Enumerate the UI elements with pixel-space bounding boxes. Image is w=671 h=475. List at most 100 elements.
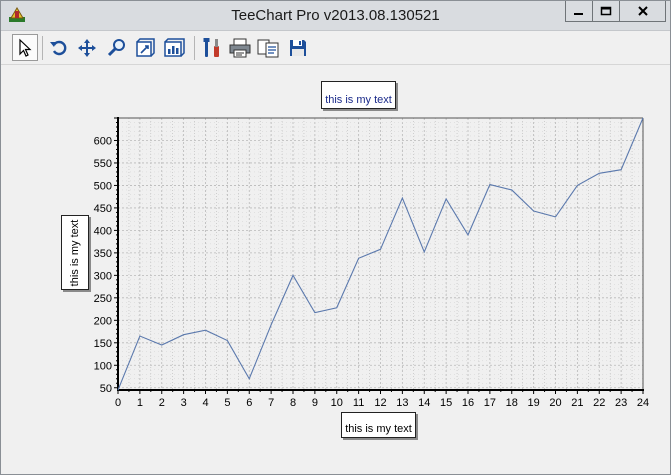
minimize-button[interactable] bbox=[565, 1, 593, 22]
zoom-icon bbox=[107, 38, 125, 56]
x-tick-label: 24 bbox=[637, 397, 649, 409]
rotate-button[interactable] bbox=[46, 34, 72, 61]
x-tick-label: 0 bbox=[115, 397, 121, 409]
line-chart[interactable]: 501001502002503003504004505005506000 1 2 3 4… bbox=[1, 66, 670, 474]
select-button[interactable] bbox=[12, 34, 38, 61]
toolbar-separator bbox=[194, 36, 195, 60]
copy-icon bbox=[257, 39, 279, 57]
left-axis-title-text: this is my text bbox=[69, 219, 81, 286]
data-point bbox=[292, 275, 294, 277]
x-tick-label: 17 bbox=[484, 397, 496, 409]
print-button[interactable] bbox=[227, 34, 253, 61]
data-point bbox=[467, 234, 469, 236]
x-tick-label: 16 bbox=[462, 397, 474, 409]
x-tick-label: 10 bbox=[331, 397, 343, 409]
move-icon bbox=[78, 38, 96, 57]
bottom-axis-title-text: this is my text bbox=[345, 423, 412, 435]
y-tick-label: 450 bbox=[94, 203, 112, 215]
y-tick-label: 550 bbox=[94, 158, 112, 170]
view-3d-icon bbox=[164, 37, 185, 57]
x-tick-label: 4 bbox=[202, 397, 208, 409]
data-point bbox=[270, 324, 272, 326]
copy-button[interactable] bbox=[255, 34, 281, 61]
edit-tools-button[interactable] bbox=[199, 34, 225, 61]
data-point bbox=[642, 117, 644, 119]
x-tick-label: 3 bbox=[181, 397, 187, 409]
data-point bbox=[205, 329, 207, 331]
x-tick-label: 12 bbox=[374, 397, 386, 409]
close-icon bbox=[637, 6, 648, 16]
bottom-axis-title-box[interactable]: this is my text bbox=[341, 412, 416, 438]
edit-tools-icon bbox=[203, 37, 219, 57]
x-tick-label: 9 bbox=[312, 397, 318, 409]
data-point bbox=[117, 389, 119, 391]
minimize-icon bbox=[574, 13, 583, 15]
data-point bbox=[227, 340, 229, 342]
data-point bbox=[533, 210, 535, 212]
y-tick-label: 50 bbox=[100, 383, 112, 395]
chart-area[interactable]: 50 100 150 200 250 300 350 400 450 500 550 600 0 1 2 3 4… bbox=[1, 66, 670, 474]
data-point bbox=[445, 198, 447, 200]
data-point bbox=[489, 184, 491, 186]
data-point bbox=[358, 257, 360, 259]
data-point bbox=[183, 334, 185, 336]
maximize-button[interactable] bbox=[592, 1, 620, 22]
data-point bbox=[620, 169, 622, 171]
print-icon bbox=[229, 38, 251, 57]
y-tick-label: 300 bbox=[94, 270, 112, 282]
x-tick-label: 1 bbox=[137, 397, 143, 409]
move-button[interactable] bbox=[74, 34, 100, 61]
select-arrow-icon bbox=[19, 38, 32, 57]
chart-toolbar bbox=[1, 31, 670, 65]
data-point bbox=[423, 251, 425, 253]
data-point bbox=[314, 312, 316, 314]
data-point bbox=[248, 378, 250, 380]
data-point bbox=[511, 189, 513, 191]
y-tick-label: 100 bbox=[94, 360, 112, 372]
y-tick-label: 350 bbox=[94, 248, 112, 260]
x-tick-label: 23 bbox=[615, 397, 627, 409]
y-tick-label: 500 bbox=[94, 180, 112, 192]
data-point bbox=[139, 335, 141, 337]
x-tick-label: 6 bbox=[246, 397, 252, 409]
depth-button[interactable] bbox=[132, 34, 158, 61]
x-tick-label: 13 bbox=[396, 397, 408, 409]
x-tick-label: 20 bbox=[549, 397, 561, 409]
toolbar-separator bbox=[42, 36, 43, 60]
x-tick-label: 19 bbox=[528, 397, 540, 409]
save-icon bbox=[290, 39, 306, 56]
data-point bbox=[555, 216, 557, 218]
x-tick-label: 7 bbox=[268, 397, 274, 409]
left-axis-title-box[interactable]: this is my text bbox=[61, 215, 89, 290]
title-bar[interactable]: TeeChart Pro v2013.08.130521 bbox=[1, 1, 670, 31]
x-tick-label: 8 bbox=[290, 397, 296, 409]
y-tick-label: 400 bbox=[94, 225, 112, 237]
data-point bbox=[577, 185, 579, 187]
y-tick-label: 150 bbox=[94, 338, 112, 350]
app-window: TeeChart Pro v2013.08.130521 50 100 150 … bbox=[0, 0, 671, 475]
x-tick-label: 2 bbox=[159, 397, 165, 409]
maximize-icon bbox=[600, 6, 612, 16]
x-tick-label: 21 bbox=[571, 397, 583, 409]
data-point bbox=[336, 307, 338, 309]
zoom-button[interactable] bbox=[104, 34, 130, 61]
data-point bbox=[402, 197, 404, 199]
rotate-icon bbox=[50, 40, 67, 55]
data-point bbox=[598, 172, 600, 174]
chart-title-text: this is my text bbox=[325, 94, 392, 106]
x-tick-label: 18 bbox=[506, 397, 518, 409]
x-tick-label: 5 bbox=[224, 397, 230, 409]
x-tick-label: 11 bbox=[353, 397, 364, 409]
save-button[interactable] bbox=[285, 34, 311, 61]
y-tick-label: 250 bbox=[94, 293, 112, 305]
data-point bbox=[161, 344, 163, 346]
view-3d-button[interactable] bbox=[161, 34, 187, 61]
x-tick-label: 22 bbox=[593, 397, 605, 409]
y-tick-label: 200 bbox=[94, 315, 112, 327]
y-tick-label: 600 bbox=[94, 135, 112, 147]
x-tick-label: 14 bbox=[418, 397, 430, 409]
depth-icon bbox=[136, 37, 155, 57]
close-button[interactable] bbox=[619, 1, 666, 22]
data-point bbox=[380, 248, 382, 250]
chart-title-box[interactable]: this is my text bbox=[321, 81, 396, 109]
